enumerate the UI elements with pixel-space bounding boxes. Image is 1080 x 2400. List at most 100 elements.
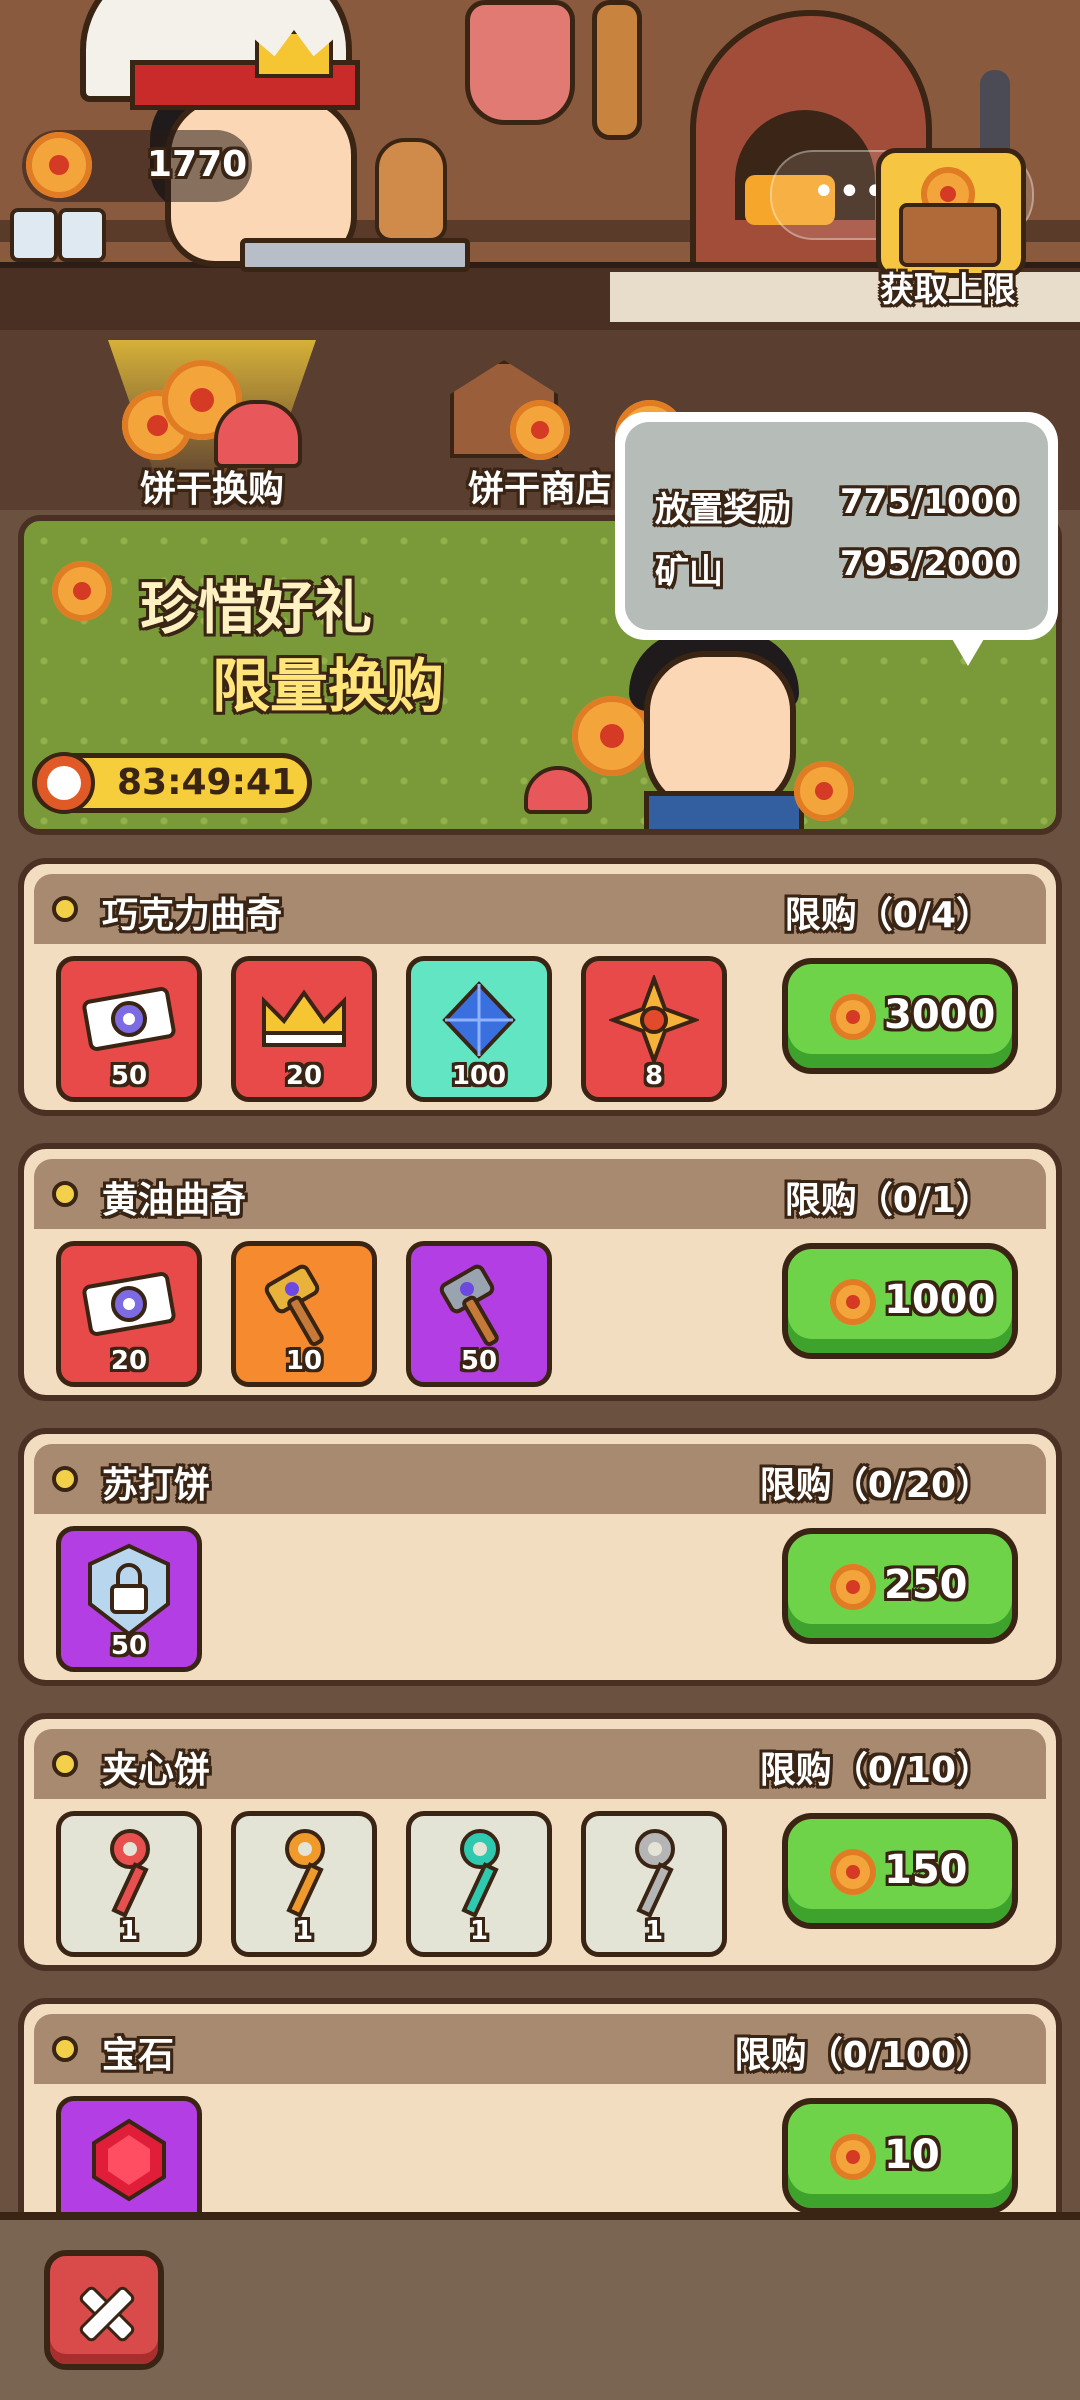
pack-name: 宝石: [102, 2035, 175, 2076]
bullet-icon: [52, 1181, 78, 1207]
cookie-icon: [794, 761, 854, 821]
bullet-icon: [52, 1751, 78, 1777]
reward-item[interactable]: 50: [56, 1526, 202, 1672]
countdown-timer: 83:49:41: [32, 752, 312, 814]
cookie-icon: [52, 561, 112, 621]
crown-icon: [254, 975, 354, 1065]
hammer-icon: [429, 1260, 529, 1350]
pack-header: 苏打饼 限购（0/20）: [34, 1444, 1046, 1514]
buy-button[interactable]: 1000: [782, 1243, 1018, 1359]
pack-limit: 限购（0/20）: [759, 1465, 992, 1506]
buy-button[interactable]: 10: [782, 2098, 1018, 2214]
tab-cookie-exchange[interactable]: 饼干换购: [102, 340, 322, 520]
star-badge-icon: [604, 975, 704, 1065]
bullet-icon: [52, 1466, 78, 1492]
character-body: [644, 791, 804, 829]
reward-item[interactable]: 8: [581, 956, 727, 1102]
ruby-icon: [79, 2115, 179, 2205]
item-count: 20: [285, 1061, 323, 1091]
reward-item[interactable]: 20: [231, 956, 377, 1102]
item-count: 50: [110, 1631, 148, 1661]
tooltip-label: 放置奖励: [655, 490, 791, 530]
pack-header: 宝石 限购（0/100）: [34, 2014, 1046, 2084]
jar: [58, 208, 106, 262]
buy-price: 1000: [884, 1277, 996, 1323]
buy-button[interactable]: 150: [782, 1813, 1018, 1929]
tab-label: 饼干换购: [139, 469, 284, 510]
key-icon: [254, 1829, 354, 1920]
shaved-ice-icon: [524, 766, 592, 814]
pack-header: 夹心饼 限购（0/10）: [34, 1729, 1046, 1799]
item-count: 1: [469, 1916, 489, 1946]
close-icon[interactable]: [44, 2250, 164, 2370]
pack-limit: 限购（0/100）: [734, 2035, 992, 2076]
item-count: 10: [285, 1346, 323, 1376]
rolling-pin: [592, 0, 642, 140]
cap-tooltip: 放置奖励 775/1000 矿山 795/2000: [615, 412, 1058, 640]
ticket-icon: [79, 975, 179, 1065]
pack-limit: 限购（0/10）: [759, 1750, 992, 1791]
more-icon[interactable]: •••: [812, 172, 887, 218]
hammer-icon: [254, 1260, 354, 1350]
pack-header: 巧克力曲奇 限购（0/4）: [34, 874, 1046, 944]
key-icon: [429, 1829, 529, 1920]
key-icon: [79, 1829, 179, 1920]
reward-item[interactable]: 1: [406, 1811, 552, 1957]
key-icon: [604, 1829, 704, 1920]
cookie-icon: [830, 1849, 876, 1895]
banner-title-line1: 珍惜好礼: [140, 574, 373, 642]
reward-item[interactable]: 50: [406, 1241, 552, 1387]
pack-card: 夹心饼 限购（0/10） 1 1 1 1 150: [18, 1713, 1062, 1971]
cookie-icon: [830, 1564, 876, 1610]
item-count: 1: [294, 1916, 314, 1946]
clock-icon: [33, 752, 95, 814]
item-count: 1: [119, 1916, 139, 1946]
pack-card: 黄油曲奇 限购（0/1） 20 10 50 1000: [18, 1143, 1062, 1401]
tooltip-row: 矿山 795/2000: [655, 544, 1018, 594]
pack-limit: 限购（0/1）: [784, 1180, 992, 1221]
currency-value: 1770: [147, 144, 248, 185]
tooltip-pointer: [948, 632, 988, 666]
pack-header: 黄油曲奇 限购（0/1）: [34, 1159, 1046, 1229]
gingerbread-man: [375, 138, 447, 242]
lock-shield-icon: [79, 1543, 179, 1637]
bullet-icon: [52, 2036, 78, 2062]
reward-item[interactable]: 1: [56, 1811, 202, 1957]
tooltip-value: 775/1000: [839, 482, 1018, 522]
reward-item[interactable]: 1: [231, 1811, 377, 1957]
reward-item[interactable]: 1: [581, 1811, 727, 1957]
pack-name: 夹心饼: [102, 1750, 211, 1791]
cookie-icon: [26, 132, 92, 198]
character-head: [644, 651, 796, 813]
tooltip-value: 795/2000: [839, 544, 1018, 584]
item-count: 50: [110, 1061, 148, 1091]
chest-label: 获取上限: [880, 270, 1016, 310]
reward-item[interactable]: 50: [56, 956, 202, 1102]
banner-title-line2: 限量换购: [212, 652, 445, 720]
buy-button[interactable]: 250: [782, 1528, 1018, 1644]
pack-name: 苏打饼: [102, 1465, 211, 1506]
ticket-icon: [79, 1260, 179, 1350]
timer-text: 83:49:41: [117, 762, 297, 803]
pack-card: 苏打饼 限购（0/20） 50 250: [18, 1428, 1062, 1686]
buy-price: 3000: [884, 992, 996, 1038]
cookie-shop-icon: [430, 350, 686, 470]
pack-card: 巧克力曲奇 限购（0/4） 50 20 100 8 3000: [18, 858, 1062, 1116]
bottom-bar: [0, 2212, 1080, 2400]
cookie-icon: [830, 1279, 876, 1325]
reward-item[interactable]: 100: [406, 956, 552, 1102]
currency-display: 1770: [22, 130, 252, 202]
buy-price: 250: [884, 1562, 968, 1608]
item-count: 20: [110, 1346, 148, 1376]
buy-button[interactable]: 3000: [782, 958, 1018, 1074]
bullet-icon: [52, 896, 78, 922]
tooltip-body: 放置奖励 775/1000 矿山 795/2000: [625, 422, 1048, 630]
pack-limit: 限购（0/4）: [784, 895, 992, 936]
baking-tray: [240, 238, 470, 272]
chest-icon[interactable]: [876, 148, 1026, 278]
oven-mitt: [465, 0, 575, 125]
reward-item[interactable]: 10: [231, 1241, 377, 1387]
buy-price: 10: [884, 2132, 940, 2178]
reward-item[interactable]: 20: [56, 1241, 202, 1387]
jar: [10, 208, 58, 262]
